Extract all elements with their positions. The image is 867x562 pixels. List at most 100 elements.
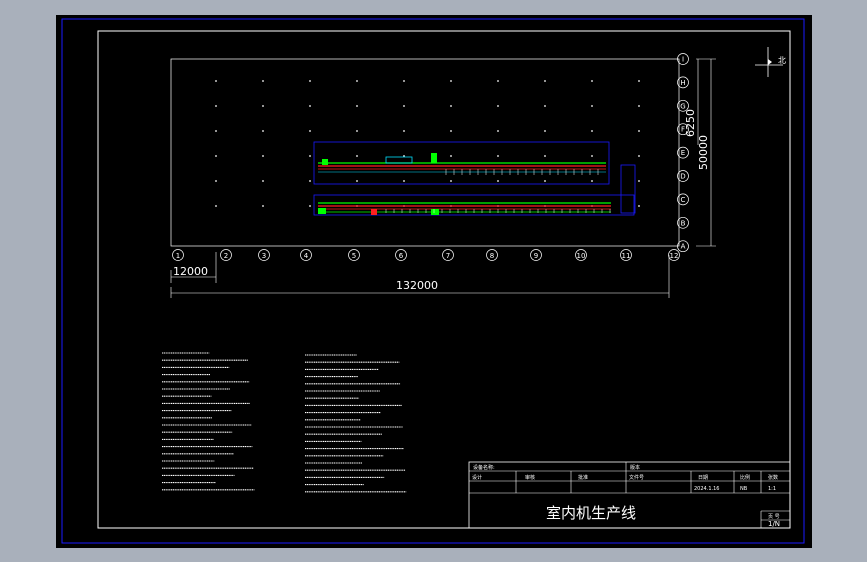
column-dot [309,205,311,207]
column-dot [309,105,311,107]
grid-row-label: E [681,149,685,157]
column-dot [215,180,217,182]
title-cell-review: 审核 [525,474,535,481]
column-dot [262,155,264,157]
technical-notes-right [305,354,407,493]
total-width-label: 50000 [697,135,710,170]
cad-viewport[interactable]: 1 2 3 4 5 6 7 8 9 10 11 12 IHGFEDCBA 12000 132000 5… [0,0,867,562]
grid-row-label: A [681,243,686,251]
grid-column-label: 12 [670,252,679,260]
column-dot [215,80,217,82]
row-spacing-dimension: 6250 [684,59,699,145]
column-dot-grid [215,80,640,207]
column-dot [356,130,358,132]
column-dot [309,80,311,82]
column-dot [544,180,546,182]
column-dot [544,130,546,132]
grid-row-label: I [682,56,684,64]
column-dot [309,130,311,132]
grid-column-label: 8 [490,252,494,260]
column-dot [497,180,499,182]
column-dot [215,205,217,207]
column-dot [262,205,264,207]
title-cell-scale: 比例 [740,474,750,481]
column-dot [638,155,640,157]
grid-column-label: 5 [352,252,356,260]
total-length-dimension: 132000 [170,255,670,298]
technical-notes-left [162,352,255,491]
grid-column-label: 6 [399,252,404,260]
column-dot [497,130,499,132]
sheet-value: 1/N [768,520,780,528]
title-block: 设备名称: 版本 设计 审核 批准 文件号 日期 比例 张数 2024.1.16… [468,461,791,529]
column-dot [215,155,217,157]
title-value-date: 2024.1.16 [694,486,719,492]
grid-row-label: C [681,196,686,204]
total-length-label: 132000 [396,279,438,292]
column-dot [356,180,358,182]
north-arrow-icon: 北 [755,47,786,77]
title-cell-designer: 设计 [472,474,482,481]
bay-width-label: 12000 [173,265,208,278]
grid-column-label: 9 [534,252,538,260]
title-value-sheets: 1:1 [768,486,776,492]
column-dot [450,80,452,82]
column-dot [450,180,452,182]
drawing-title: 室内机生产线 [546,504,636,522]
grid-row-label: H [680,79,685,87]
column-dot [638,205,640,207]
column-dot [215,130,217,132]
column-dot [450,155,452,157]
grid-column-label: 7 [446,252,450,260]
drawing-sheet: 1 2 3 4 5 6 7 8 9 10 11 12 IHGFEDCBA 12000 132000 5… [56,15,812,548]
column-dot [591,155,593,157]
grid-row-label: B [681,219,686,227]
column-dot [262,80,264,82]
title-cell-sheets: 张数 [768,474,778,481]
equipment-frame-right [620,164,636,214]
column-dot [403,130,405,132]
building-outline [170,58,680,247]
column-dot [356,155,358,157]
column-dot [497,155,499,157]
grid-row-label: D [680,173,685,181]
column-dot [356,80,358,82]
column-dot [591,180,593,182]
column-dot [591,80,593,82]
column-dot [544,105,546,107]
column-dot [215,105,217,107]
title-value-scale: NB [740,486,748,492]
column-dot [638,105,640,107]
production-line-upper [313,141,610,185]
total-width-dimension: 50000 [696,58,716,247]
column-dot [403,105,405,107]
title-cell-file-no: 文件号 [629,474,644,481]
column-dot [544,80,546,82]
grid-column-label: 3 [262,252,266,260]
column-dot [497,80,499,82]
grid-column-label: 4 [304,252,309,260]
title-cell-date: 日期 [698,475,708,481]
column-dot [450,130,452,132]
grid-column-axis: 1 2 3 4 5 6 7 8 9 10 11 12 [172,249,680,261]
column-dot [403,180,405,182]
grid-column-label: 10 [577,252,586,260]
column-dot [638,180,640,182]
column-dot [591,130,593,132]
column-dot [309,155,311,157]
column-dot [262,180,264,182]
grid-column-label: 11 [622,252,631,260]
title-row1-version: 版本 [630,464,640,471]
column-dot [262,105,264,107]
column-dot [497,105,499,107]
column-dot [544,155,546,157]
drawing-canvas: 1 2 3 4 5 6 7 8 9 10 11 12 IHGFEDCBA 12000 132000 5… [61,18,805,544]
row-spacing-label: 6250 [684,109,697,137]
column-dot [591,105,593,107]
grid-column-label: 2 [224,252,228,260]
column-dot [262,130,264,132]
column-dot [638,80,640,82]
title-cell-approve: 批准 [578,474,588,481]
north-label: 北 [778,56,786,65]
column-dot [356,105,358,107]
